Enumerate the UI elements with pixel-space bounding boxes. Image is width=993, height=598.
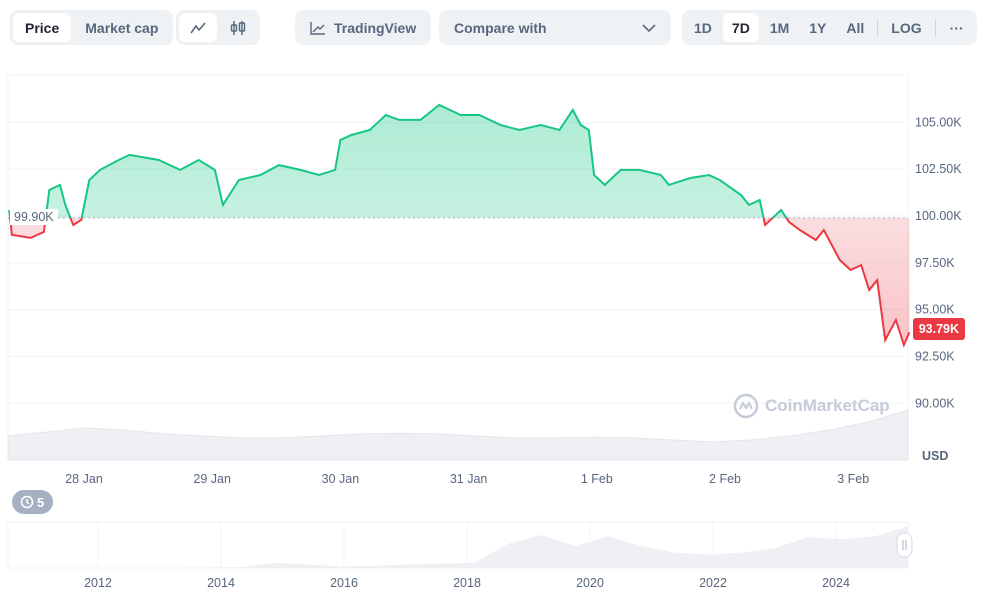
x-tick-label: 30 Jan — [322, 472, 360, 486]
tab-market-cap[interactable]: Market cap — [73, 13, 170, 42]
range-7d[interactable]: 7D — [722, 13, 759, 42]
tradingview-button[interactable]: TradingView — [298, 13, 428, 42]
x-tick-label: 3 Feb — [837, 472, 869, 486]
navigator-area — [8, 526, 908, 568]
x-tick-label: 28 Jan — [65, 472, 103, 486]
history-icon — [20, 495, 34, 509]
history-button[interactable]: 5 — [12, 490, 54, 514]
y-tick-label: 102.50K — [915, 162, 962, 176]
currency-label: USD — [922, 449, 948, 463]
price-marketcap-toggle: Price Market cap — [10, 10, 174, 45]
price-chart[interactable]: 105.00K 102.50K 100.00K 97.50K 95.00K 92.50K 9… — [0, 60, 993, 598]
x-tick-label: 31 Jan — [450, 472, 488, 486]
navigator-tick-label: 2018 — [453, 576, 481, 590]
chevron-down-icon — [642, 23, 656, 32]
y-tick-label: 90.00K — [915, 396, 955, 410]
tradingview-group: TradingView — [295, 10, 432, 45]
current-price-badge: 93.79K — [912, 318, 965, 340]
watermark: CoinMarketCap — [733, 393, 890, 419]
navigator-tick-label: 2012 — [84, 576, 112, 590]
x-tick-label: 2 Feb — [709, 472, 741, 486]
chart-style-toggle — [176, 10, 260, 45]
navigator-tick-label: 2016 — [330, 576, 358, 590]
divider — [877, 18, 879, 37]
history-count: 5 — [37, 494, 45, 510]
navigator-tick-label: 2022 — [699, 576, 727, 590]
tradingview-icon — [310, 21, 325, 35]
y-tick-label: 92.50K — [915, 349, 955, 363]
y-tick-label: 95.00K — [915, 303, 955, 317]
navigator-tick-label: 2014 — [207, 576, 235, 590]
candlestick-button[interactable] — [219, 13, 257, 42]
tab-price[interactable]: Price — [13, 13, 72, 42]
range-toggle: 1D 7D 1M 1Y All LOG ··· — [682, 10, 977, 45]
range-1m[interactable]: 1M — [761, 13, 798, 42]
line-chart-icon — [190, 21, 206, 33]
tradingview-label: TradingView — [334, 19, 417, 36]
divider — [934, 18, 936, 37]
coinmarketcap-logo-icon — [733, 393, 759, 419]
compare-label: Compare with — [454, 19, 547, 36]
navigator-handle[interactable] — [896, 532, 913, 558]
compare-dropdown[interactable]: Compare with — [439, 10, 671, 45]
y-tick-label: 97.50K — [915, 256, 955, 270]
x-tick-label: 1 Feb — [581, 472, 613, 486]
watermark-text: CoinMarketCap — [765, 396, 890, 415]
navigator-tick-label: 2020 — [576, 576, 604, 590]
more-button[interactable]: ··· — [940, 13, 974, 42]
range-1d[interactable]: 1D — [685, 13, 721, 42]
range-all[interactable]: All — [837, 13, 873, 42]
candlestick-icon — [230, 20, 246, 35]
y-tick-label: 105.00K — [915, 115, 962, 129]
line-chart-button[interactable] — [179, 13, 217, 42]
y-tick-label: 100.00K — [915, 209, 962, 223]
log-toggle[interactable]: LOG — [882, 13, 930, 42]
baseline-label: 99.90K — [10, 209, 58, 225]
area-above-baseline — [9, 104, 910, 218]
navigator-tick-label: 2024 — [822, 576, 850, 590]
range-1y[interactable]: 1Y — [800, 13, 835, 42]
x-tick-label: 29 Jan — [193, 472, 231, 486]
